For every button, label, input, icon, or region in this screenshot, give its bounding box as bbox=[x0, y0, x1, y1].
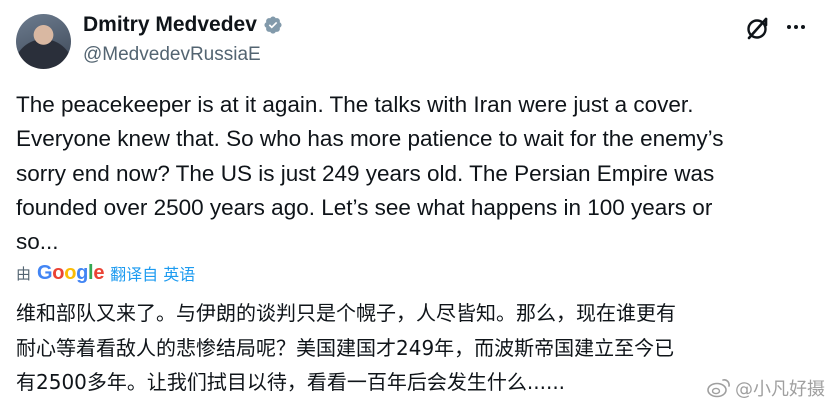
watermark-text: @小凡好摄 bbox=[735, 379, 825, 400]
translated-line: 有2500多年。让我们拭目以待，看看一百年后会发生什么...... bbox=[16, 370, 566, 394]
translated-by-label: 由 bbox=[16, 264, 32, 283]
author-handle[interactable]: @MedvedevRussiaE bbox=[83, 44, 261, 66]
translated-line: 耐心等着看敌人的悲惨结局呢？美国建国才249年，而波斯帝国建立至今已 bbox=[16, 335, 675, 360]
translated-from-english-link[interactable]: 翻译自 英语 bbox=[110, 261, 195, 285]
translation-attribution: 由 Google 翻译自 英语 bbox=[16, 261, 195, 285]
translated-text: 维和部队又来了。与伊朗的谈判只是个幌子，人尽皆知。那么，现在谁更有 耐心等着看敌… bbox=[16, 296, 816, 400]
tweet-line: so... bbox=[16, 229, 59, 255]
tweet-line: founded over 2500 years ago. Let’s see w… bbox=[16, 194, 713, 220]
tweet-line: Everyone knew that. So who has more pati… bbox=[16, 126, 724, 152]
weibo-icon bbox=[707, 377, 731, 399]
author-display-name[interactable]: Dmitry Medvedev bbox=[83, 13, 257, 37]
tweet-line: sorry end now? The US is just 249 years … bbox=[16, 160, 715, 186]
grok-icon[interactable] bbox=[744, 14, 772, 42]
verified-badge-icon bbox=[263, 15, 283, 35]
google-logo: Google bbox=[37, 261, 105, 284]
translated-line: 维和部队又来了。与伊朗的谈判只是个幌子，人尽皆知。那么，现在谁更有 bbox=[16, 301, 676, 325]
author-name-row: Dmitry Medvedev bbox=[83, 13, 283, 37]
avatar[interactable] bbox=[16, 14, 71, 69]
more-options-icon[interactable] bbox=[783, 14, 809, 40]
tweet-line: The peacekeeper is at it again. The talk… bbox=[16, 92, 694, 117]
tweet-text: The peacekeeper is at it again. The talk… bbox=[16, 88, 806, 259]
weibo-watermark: @小凡好摄 bbox=[707, 375, 825, 401]
